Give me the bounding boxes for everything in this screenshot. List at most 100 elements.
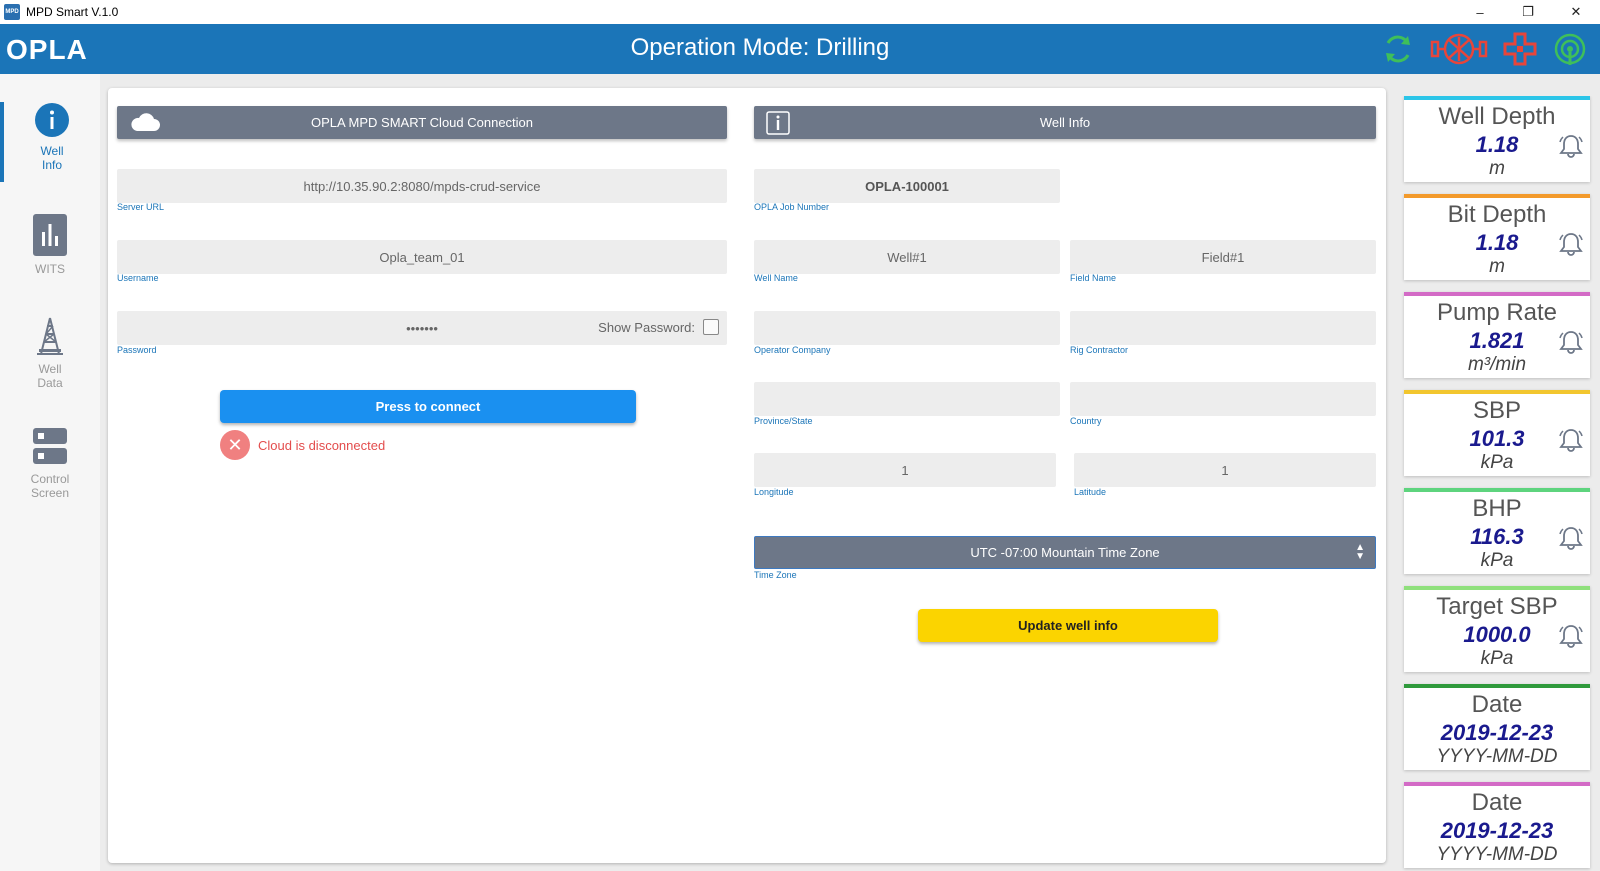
info-box-icon: [766, 111, 790, 138]
rig-contractor-field[interactable]: [1070, 311, 1376, 345]
latitude-label: Latitude: [1074, 487, 1107, 497]
gauge-title: Well Depth: [1438, 103, 1556, 130]
medical-cross-icon[interactable]: [1502, 32, 1538, 66]
gauge-date: Date 2019-12-23 YYYY-MM-DD: [1404, 782, 1590, 868]
gauge-well-depth: Well Depth 1.18 m: [1404, 96, 1590, 182]
restore-button[interactable]: ❐: [1504, 0, 1552, 24]
app-icon: MPD: [4, 4, 20, 20]
error-x-icon: ✕: [220, 430, 250, 460]
header-icons: [1380, 32, 1588, 66]
gauge-title: Target SBP: [1436, 593, 1558, 620]
well-info-title: Well Info: [1039, 115, 1091, 130]
job-number-label: OPLA Job Number: [754, 202, 830, 212]
well-name-field[interactable]: Well#1: [754, 240, 1060, 274]
password-field[interactable]: ••••••• Show Password:: [117, 311, 727, 345]
bell-icon[interactable]: [1558, 330, 1584, 359]
nav-label: Control: [30, 472, 70, 486]
latitude-field[interactable]: 1: [1074, 453, 1376, 487]
close-button[interactable]: ✕: [1552, 0, 1600, 24]
update-well-info-button[interactable]: Update well info: [918, 609, 1218, 642]
show-password-checkbox[interactable]: [703, 319, 719, 335]
password-value: •••••••: [406, 320, 438, 336]
server-url-label: Server URL: [117, 202, 165, 212]
server-url-field[interactable]: http://10.35.90.2:8080/mpds-crud-service: [117, 169, 727, 203]
app-header: OPLA Operation Mode: Drilling: [0, 24, 1600, 74]
pump-icon[interactable]: [1430, 32, 1488, 66]
gauge-date: Date 2019-12-23 YYYY-MM-DD: [1404, 684, 1590, 770]
gauge-title: BHP: [1472, 495, 1522, 522]
server-icon: [0, 426, 100, 466]
bell-icon[interactable]: [1558, 134, 1584, 163]
cloud-status: ✕ Cloud is disconnected: [220, 430, 385, 460]
gauge-sbp: SBP 101.3 kPa: [1404, 390, 1590, 476]
timezone-label: Time Zone: [754, 570, 797, 580]
window-title: MPD Smart V.1.0: [26, 5, 119, 19]
refresh-icon[interactable]: [1380, 32, 1416, 66]
country-field[interactable]: [1070, 382, 1376, 416]
window-titlebar: MPD MPD Smart V.1.0 – ❐ ✕: [0, 0, 1600, 24]
gauge-title: Bit Depth: [1447, 201, 1547, 228]
longitude-label: Longitude: [754, 487, 794, 497]
gauge-bhp: BHP 116.3 kPa: [1404, 488, 1590, 574]
connect-button[interactable]: Press to connect: [220, 390, 636, 423]
gauge-bit-depth: Bit Depth 1.18 m: [1404, 194, 1590, 280]
field-name-field[interactable]: Field#1: [1070, 240, 1376, 274]
nav-item-well-info[interactable]: Well Info: [0, 102, 100, 182]
nav-item-control-screen[interactable]: Control Screen: [0, 426, 100, 500]
province-label: Province/State: [754, 416, 813, 426]
nav-label: Info: [41, 158, 62, 172]
nav-label: Screen: [30, 486, 70, 500]
gauge-unit: YYYY-MM-DD: [1436, 844, 1558, 865]
longitude-field[interactable]: 1: [754, 453, 1056, 487]
gauge-unit: YYYY-MM-DD: [1436, 746, 1558, 767]
gauge-pump-rate: Pump Rate 1.821 m³/min: [1404, 292, 1590, 378]
gauge-title: Pump Rate: [1436, 299, 1558, 326]
nav-item-well-data[interactable]: Well Data: [0, 316, 100, 390]
drilling-rig-icon: [0, 316, 100, 356]
operation-mode-title: Operation Mode: Drilling: [630, 34, 890, 61]
rig-contractor-label: Rig Contractor: [1070, 345, 1129, 355]
nav-item-wits[interactable]: WITS: [0, 214, 100, 276]
well-info-header: Well Info: [754, 106, 1376, 139]
bell-icon[interactable]: [1558, 232, 1584, 261]
info-icon: [4, 102, 100, 138]
job-number-field[interactable]: OPLA-100001: [754, 169, 1060, 203]
cloud-connection-header: OPLA MPD SMART Cloud Connection: [117, 106, 727, 139]
gauge-title: Date: [1471, 691, 1523, 718]
show-password: Show Password:: [598, 319, 719, 335]
bell-icon[interactable]: [1558, 526, 1584, 555]
gauge-title: Date: [1471, 789, 1523, 816]
gauge-title: SBP: [1472, 397, 1522, 424]
timezone-select[interactable]: UTC -07:00 Mountain Time Zone ▲ ▼: [754, 536, 1376, 569]
well-name-label: Well Name: [754, 273, 798, 283]
main-panel: OPLA MPD SMART Cloud Connection http://1…: [108, 88, 1386, 863]
show-password-label: Show Password:: [598, 319, 695, 335]
nav-label: Data: [37, 376, 63, 390]
username-field[interactable]: Opla_team_01: [117, 240, 727, 274]
gauge-value: 2019-12-23: [1440, 720, 1554, 745]
password-label: Password: [117, 345, 157, 355]
bell-icon[interactable]: [1558, 624, 1584, 653]
timezone-value: UTC -07:00 Mountain Time Zone: [970, 545, 1160, 560]
cloud-icon: [129, 111, 161, 136]
cloud-connection-title: OPLA MPD SMART Cloud Connection: [310, 115, 534, 130]
minimize-button[interactable]: –: [1456, 0, 1504, 24]
nav-label: WITS: [35, 262, 65, 276]
select-arrows-icon: ▲ ▼: [1355, 542, 1365, 562]
signal-icon[interactable]: [1552, 32, 1588, 66]
left-navigation: Well Info WITS Well Data Control Screen: [0, 74, 100, 871]
gauge-panel: Well Depth 1.18 m Bit Depth 1.18 m Pump …: [1396, 96, 1600, 871]
country-label: Country: [1070, 416, 1102, 426]
bar-chart-icon: [0, 214, 100, 256]
province-field[interactable]: [754, 382, 1060, 416]
window-controls: – ❐ ✕: [1456, 0, 1600, 24]
gauge-value: 2019-12-23: [1440, 818, 1554, 843]
operator-company-field[interactable]: [754, 311, 1060, 345]
nav-label: Well: [38, 362, 62, 376]
gauge-target-sbp: Target SBP 1000.0 kPa: [1404, 586, 1590, 672]
username-label: Username: [117, 273, 159, 283]
cloud-status-text: Cloud is disconnected: [258, 437, 386, 453]
field-name-label: Field Name: [1070, 273, 1117, 283]
bell-icon[interactable]: [1558, 428, 1584, 457]
operator-company-label: Operator Company: [754, 345, 831, 355]
